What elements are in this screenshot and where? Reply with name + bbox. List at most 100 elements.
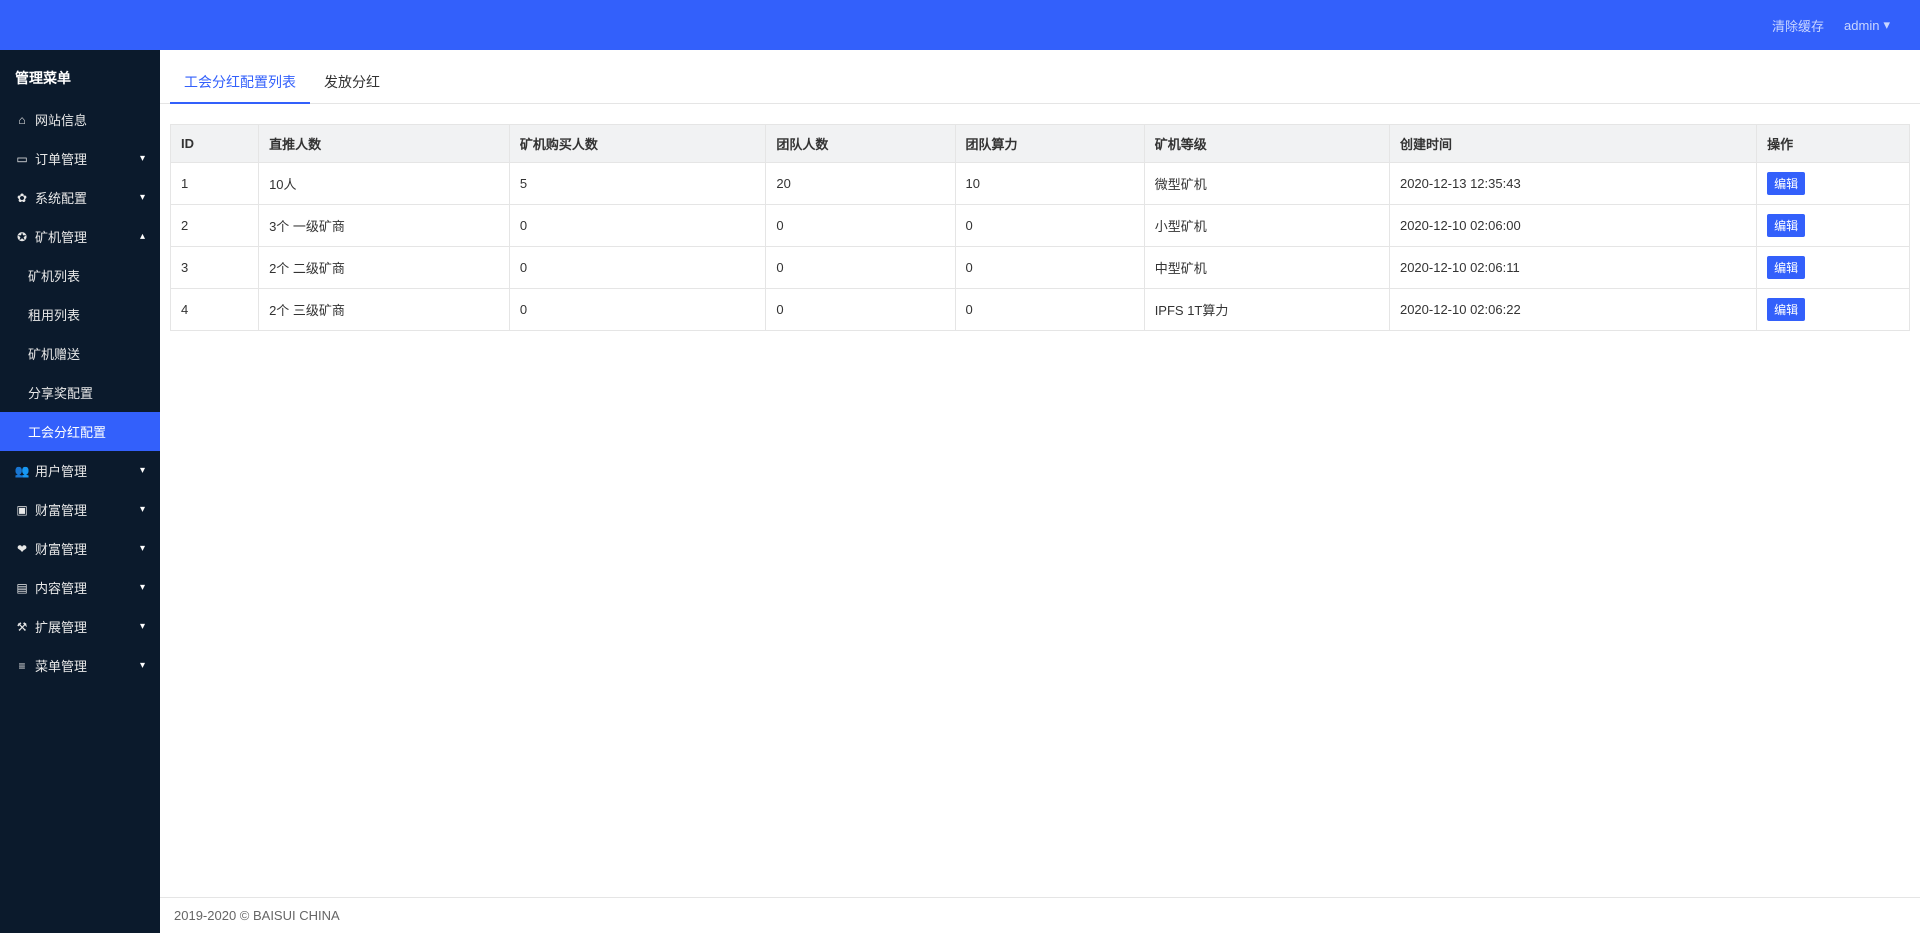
caret-down-icon: ▾ — [140, 504, 145, 515]
cell-level: 小型矿机 — [1144, 205, 1389, 247]
column-header: 操作 — [1757, 125, 1910, 163]
topbar: 清除缓存 admin ▾ — [0, 0, 1920, 50]
cell-team: 0 — [766, 205, 955, 247]
cell-power: 10 — [955, 163, 1144, 205]
cell-actions: 编辑 — [1757, 247, 1910, 289]
sidebar-item-label: ⌂网站信息 — [15, 110, 87, 129]
rebel-icon: ✪ — [15, 230, 29, 244]
cell-team: 0 — [766, 289, 955, 331]
cell-power: 0 — [955, 205, 1144, 247]
sidebar-item-label: ✿系统配置 — [15, 188, 87, 207]
home-icon: ⌂ — [15, 113, 29, 127]
sidebar-item[interactable]: ✪矿机管理 ▴ — [0, 217, 160, 256]
sidebar-item[interactable]: ✿系统配置 ▾ — [0, 178, 160, 217]
sidebar-item[interactable]: ≡菜单管理 ▾ — [0, 646, 160, 685]
column-header: 矿机购买人数 — [509, 125, 765, 163]
column-header: 直推人数 — [259, 125, 510, 163]
card-icon: ▭ — [15, 152, 29, 166]
column-header: ID — [171, 125, 259, 163]
sidebar-item-label: ❤财富管理 — [15, 539, 87, 558]
sidebar-item-label: ✪矿机管理 — [15, 227, 87, 246]
sidebar-item-label: ≡菜单管理 — [15, 656, 87, 675]
gears-icon: ✿ — [15, 191, 29, 205]
clear-cache-link[interactable]: 清除缓存 — [1772, 16, 1824, 35]
caret-down-icon: ▾ — [140, 582, 145, 593]
sidebar: 管理菜单 ⌂网站信息 ▭订单管理 ▾ ✿系统配置 ▾ ✪矿机管理 ▴ 矿机列表租用列表矿机赠送… — [0, 50, 160, 933]
sidebar-item[interactable]: ❤财富管理 ▾ — [0, 529, 160, 568]
sidebar-subitem[interactable]: 矿机赠送 — [0, 334, 160, 373]
cell-created: 2020-12-10 02:06:11 — [1389, 247, 1756, 289]
footer: 2019-2020 © BAISUI CHINA — [160, 897, 1920, 933]
tab[interactable]: 工会分红配置列表 — [170, 60, 310, 104]
file-icon: ▤ — [15, 581, 29, 595]
heart-icon: ❤ — [15, 542, 29, 556]
cell-level: IPFS 1T算力 — [1144, 289, 1389, 331]
tabs: 工会分红配置列表发放分红 — [160, 60, 1920, 104]
caret-down-icon: ▾ — [140, 192, 145, 203]
cell-actions: 编辑 — [1757, 289, 1910, 331]
edit-button[interactable]: 编辑 — [1767, 298, 1805, 321]
cell-actions: 编辑 — [1757, 163, 1910, 205]
cell-buyers: 5 — [509, 163, 765, 205]
caret-down-icon: ▾ — [140, 621, 145, 632]
cell-id: 3 — [171, 247, 259, 289]
sidebar-item[interactable]: ▭订单管理 ▾ — [0, 139, 160, 178]
caret-down-icon: ▾ — [140, 660, 145, 671]
table-row: 110人52010微型矿机2020-12-13 12:35:43编辑 — [171, 163, 1910, 205]
table-row: 23个 一级矿商000小型矿机2020-12-10 02:06:00编辑 — [171, 205, 1910, 247]
sidebar-subitem[interactable]: 分享奖配置 — [0, 373, 160, 412]
column-header: 矿机等级 — [1144, 125, 1389, 163]
sidebar-item-label: ▣财富管理 — [15, 500, 87, 519]
table-row: 42个 三级矿商000IPFS 1T算力2020-12-10 02:06:22编… — [171, 289, 1910, 331]
cell-team: 0 — [766, 247, 955, 289]
cell-direct: 10人 — [259, 163, 510, 205]
edit-button[interactable]: 编辑 — [1767, 256, 1805, 279]
edit-button[interactable]: 编辑 — [1767, 172, 1805, 195]
cell-team: 20 — [766, 163, 955, 205]
cell-id: 1 — [171, 163, 259, 205]
column-header: 创建时间 — [1389, 125, 1756, 163]
cell-created: 2020-12-10 02:06:22 — [1389, 289, 1756, 331]
sidebar-item[interactable]: ⌂网站信息 — [0, 100, 160, 139]
caret-down-icon: ▾ — [140, 465, 145, 476]
sidebar-item-label: ▭订单管理 — [15, 149, 87, 168]
user-name: admin — [1844, 18, 1879, 33]
sidebar-title: 管理菜单 — [0, 50, 160, 100]
caret-down-icon: ▾ — [140, 153, 145, 164]
caret-down-icon: ▾ — [1883, 17, 1890, 33]
cell-level: 微型矿机 — [1144, 163, 1389, 205]
wrench-icon: ⚒ — [15, 620, 29, 634]
sidebar-item-label: ▤内容管理 — [15, 578, 87, 597]
sidebar-item[interactable]: ▣财富管理 ▾ — [0, 490, 160, 529]
sidebar-item[interactable]: 👥用户管理 ▾ — [0, 451, 160, 490]
caret-up-icon: ▴ — [140, 231, 145, 242]
cell-created: 2020-12-10 02:06:00 — [1389, 205, 1756, 247]
cell-id: 2 — [171, 205, 259, 247]
money-icon: ▣ — [15, 503, 29, 517]
sidebar-subitem[interactable]: 租用列表 — [0, 295, 160, 334]
sidebar-subitem[interactable]: 工会分红配置 — [0, 412, 160, 451]
cell-actions: 编辑 — [1757, 205, 1910, 247]
column-header: 团队人数 — [766, 125, 955, 163]
cell-direct: 2个 二级矿商 — [259, 247, 510, 289]
column-header: 团队算力 — [955, 125, 1144, 163]
sidebar-item-label: ⚒扩展管理 — [15, 617, 87, 636]
caret-down-icon: ▾ — [140, 543, 145, 554]
data-table: ID直推人数矿机购买人数团队人数团队算力矿机等级创建时间操作 110人52010… — [170, 124, 1910, 331]
cell-id: 4 — [171, 289, 259, 331]
sidebar-subitem[interactable]: 矿机列表 — [0, 256, 160, 295]
list-icon: ≡ — [15, 659, 29, 673]
table-row: 32个 二级矿商000中型矿机2020-12-10 02:06:11编辑 — [171, 247, 1910, 289]
user-menu[interactable]: admin ▾ — [1844, 17, 1890, 33]
sidebar-item[interactable]: ⚒扩展管理 ▾ — [0, 607, 160, 646]
edit-button[interactable]: 编辑 — [1767, 214, 1805, 237]
sidebar-item[interactable]: ▤内容管理 ▾ — [0, 568, 160, 607]
cell-power: 0 — [955, 247, 1144, 289]
cell-direct: 3个 一级矿商 — [259, 205, 510, 247]
tab[interactable]: 发放分红 — [310, 60, 394, 103]
cell-direct: 2个 三级矿商 — [259, 289, 510, 331]
sidebar-item-label: 👥用户管理 — [15, 461, 87, 480]
cell-buyers: 0 — [509, 205, 765, 247]
content-area: 工会分红配置列表发放分红 ID直推人数矿机购买人数团队人数团队算力矿机等级创建时… — [160, 50, 1920, 933]
users-icon: 👥 — [15, 464, 29, 478]
